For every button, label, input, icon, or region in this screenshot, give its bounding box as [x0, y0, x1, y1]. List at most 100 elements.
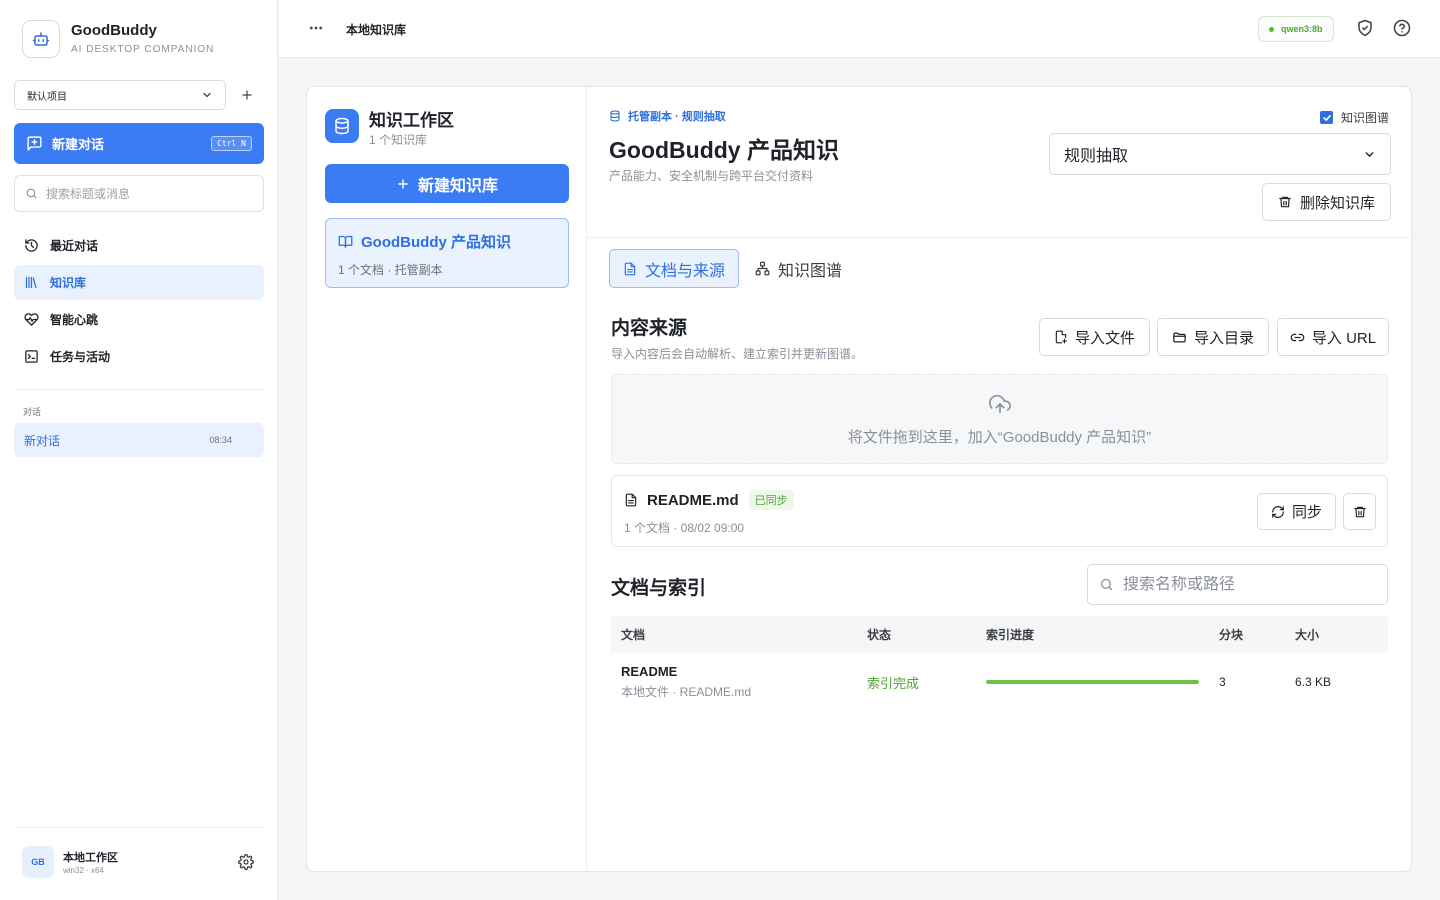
more-menu-button[interactable]: [308, 20, 324, 39]
column-header: 状态: [867, 628, 892, 642]
import-file-label: 导入文件: [1074, 329, 1135, 347]
plus-icon: [398, 178, 408, 189]
model-name: qwen3:8b: [1281, 24, 1323, 34]
document-search-input[interactable]: [1123, 575, 1373, 594]
add-project-button[interactable]: [236, 83, 258, 107]
delete-knowledge-base-button[interactable]: 删除知识库: [1262, 183, 1391, 221]
nav-item-label: 智能心跳: [50, 313, 99, 327]
import-url-label: 导入 URL: [1311, 329, 1377, 347]
tab-knowledge-graph[interactable]: 知识图谱: [742, 249, 855, 288]
documents-table: 文档 状态 索引进度 分块 大小 README 本地文件 · README.md…: [611, 616, 1388, 711]
user-profile[interactable]: GB 本地工作区 win32 · x64: [22, 846, 118, 878]
checkbox-checked-icon: [1320, 111, 1333, 124]
delete-source-button[interactable]: [1343, 493, 1376, 530]
column-header: 文档: [621, 628, 646, 642]
sidebar-divider: [14, 389, 264, 390]
nav-item-tasks[interactable]: 任务与活动: [14, 339, 264, 374]
history-icon: [25, 239, 38, 252]
knowledge-base-title: GoodBuddy 产品知识: [609, 137, 839, 163]
file-plus-icon: [1055, 330, 1067, 344]
sync-label: 同步: [1291, 504, 1322, 521]
sidebar-search: [14, 175, 264, 212]
new-chat-button[interactable]: 新建对话 Ctrl N: [14, 123, 264, 164]
plus-icon: [242, 90, 252, 100]
gear-icon: [238, 854, 254, 870]
knowledge-tag-text: 托管副本 · 规则抽取: [628, 111, 726, 123]
index-progress-fill: [986, 680, 1199, 684]
more-horizontal-icon: [310, 26, 322, 30]
project-select[interactable]: 默认项目: [14, 80, 226, 110]
new-knowledge-base-button[interactable]: 新建知识库: [325, 164, 569, 203]
table-row[interactable]: README 本地文件 · README.md 索引完成 3 6.3 KB: [611, 653, 1388, 711]
conversation-title: 新对话: [24, 433, 61, 448]
knowledge-graph-toggle-label: 知识图谱: [1341, 111, 1390, 125]
column-header: 大小: [1295, 628, 1320, 642]
trash-icon: [1279, 196, 1291, 208]
database-icon: [610, 110, 620, 122]
file-text-icon: [625, 493, 637, 507]
knowledge-base-item[interactable]: GoodBuddy 产品知识 1 个文档 · 托管副本: [325, 218, 569, 288]
documents-title: 文档与索引: [611, 578, 707, 599]
nav-item-recent[interactable]: 最近对话: [14, 228, 264, 263]
brand-name: GoodBuddy: [71, 22, 157, 39]
knowledge-graph-toggle[interactable]: 知识图谱: [1320, 109, 1389, 126]
extraction-strategy-select[interactable]: 规则抽取: [1049, 133, 1391, 175]
document-status: 索引完成: [867, 675, 920, 691]
help-button[interactable]: [1393, 19, 1411, 42]
search-icon: [1100, 578, 1113, 591]
page-title: 本地知识库: [346, 23, 407, 37]
conversations-section-label: 对话: [23, 407, 42, 417]
refresh-icon: [1272, 505, 1284, 518]
import-file-button[interactable]: 导入文件: [1039, 318, 1150, 356]
shortcut-badge: Ctrl N: [211, 136, 252, 151]
brand: GoodBuddy AI DESKTOP COMPANION: [22, 20, 214, 58]
sync-button[interactable]: 同步: [1257, 493, 1336, 530]
database-icon: [325, 109, 359, 143]
heart-pulse-icon: [24, 313, 39, 326]
conversation-item[interactable]: 新对话 08:34: [14, 423, 264, 457]
file-dropzone[interactable]: 将文件拖到这里，加入“GoodBuddy 产品知识”: [611, 374, 1388, 464]
graph-network-icon: [755, 261, 770, 276]
user-platform: win32 · x64: [63, 866, 104, 875]
shield-check-icon: [1358, 19, 1372, 37]
nav-item-label: 任务与活动: [50, 350, 111, 364]
tab-documents[interactable]: 文档与来源: [609, 249, 740, 288]
link-icon: [1290, 333, 1305, 341]
avatar: GB: [22, 846, 54, 878]
import-url-button[interactable]: 导入 URL: [1277, 318, 1389, 356]
knowledge-card: 知识工作区 1 个知识库 新建知识库 GoodBuddy 产品知识 1 个文档 …: [306, 86, 1412, 872]
security-button[interactable]: [1356, 19, 1374, 42]
delete-knowledge-base-label: 删除知识库: [1299, 194, 1375, 212]
project-select-value: 默认项目: [27, 91, 67, 103]
settings-button[interactable]: [238, 854, 254, 875]
import-directory-button[interactable]: 导入目录: [1157, 318, 1269, 356]
source-name: README.md: [647, 491, 739, 509]
folder-icon: [1173, 332, 1186, 342]
chevron-down-icon: [203, 92, 211, 98]
index-progress-bar: [986, 680, 1199, 684]
new-chat-label: 新建对话: [52, 137, 105, 152]
sidebar: GoodBuddy AI DESKTOP COMPANION 默认项目 新建对话…: [0, 0, 278, 900]
knowledge-tag: 托管副本 · 规则抽取: [609, 108, 726, 124]
sidebar-bottom-divider: [14, 827, 264, 828]
sources-description: 导入内容后会自动解析、建立索引并更新图谱。: [611, 347, 864, 361]
conversation-time: 08:34: [209, 435, 232, 445]
status-dot: [1269, 26, 1274, 32]
header-divider: [587, 237, 1411, 238]
document-search: [1087, 564, 1388, 605]
main-nav: 最近对话 知识库 智能心跳 任务与活动: [14, 228, 264, 376]
sidebar-search-input[interactable]: [46, 186, 246, 201]
knowledge-base-meta: 1 个文档 · 托管副本: [338, 263, 443, 277]
library-icon: [25, 276, 37, 289]
model-status-chip[interactable]: qwen3:8b: [1258, 16, 1334, 42]
column-header: 索引进度: [986, 628, 1035, 642]
nav-item-knowledge[interactable]: 知识库: [14, 265, 264, 300]
chevron-down-icon: [1365, 151, 1374, 157]
dropzone-text: 将文件拖到这里，加入“GoodBuddy 产品知识”: [847, 429, 1152, 446]
source-item: README.md 已同步 1 个文档 · 08/02 09:00 同步: [611, 475, 1388, 547]
nav-item-heartbeat[interactable]: 智能心跳: [14, 302, 264, 337]
robot-icon: [22, 20, 60, 58]
workspace-count: 1 个知识库: [369, 133, 428, 147]
document-title: README: [621, 664, 678, 679]
status-badge: 已同步: [748, 490, 794, 510]
